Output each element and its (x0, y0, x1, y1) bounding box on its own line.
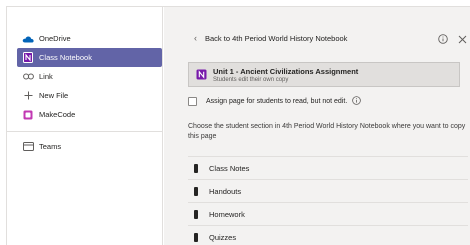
read-only-option: Assign page for students to read, but no… (188, 96, 362, 107)
top-actions (438, 31, 467, 49)
app-window: OneDrive Class Notebook Link New File Ma (6, 6, 470, 245)
section-item-class-notes[interactable]: Class Notes (188, 156, 468, 180)
section-item-quizzes[interactable]: Quizzes (188, 225, 468, 245)
section-label: Homework (209, 209, 245, 219)
section-label: Quizzes (209, 232, 237, 242)
sidebar: OneDrive Class Notebook Link New File Ma (7, 7, 163, 245)
onenote-icon (17, 52, 39, 63)
teams-icon (17, 142, 39, 151)
sidebar-item-label: Link (39, 72, 53, 81)
sidebar-item-label: Teams (39, 142, 62, 151)
sidebar-item-onedrive[interactable]: OneDrive (17, 29, 162, 48)
chevron-left-icon: ‹ (194, 33, 197, 43)
section-list: Class Notes Handouts Homework Quizzes (188, 156, 468, 245)
makecode-icon (17, 110, 39, 120)
plus-icon (17, 91, 39, 100)
section-icon (194, 186, 198, 196)
onedrive-icon (17, 35, 39, 43)
assignment-card: Unit 1 - Ancient Civilizations Assignmen… (188, 62, 460, 87)
info-icon[interactable] (438, 31, 448, 49)
back-label: Back to 4th Period World History Noteboo… (205, 33, 348, 43)
sidebar-divider (7, 131, 163, 132)
sidebar-item-label: Class Notebook (39, 53, 92, 62)
back-button[interactable]: ‹ Back to 4th Period World History Noteb… (194, 33, 347, 43)
sidebar-item-teams[interactable]: Teams (17, 137, 162, 156)
read-only-checkbox[interactable] (188, 97, 197, 106)
section-icon (194, 163, 198, 173)
sidebar-item-class-notebook[interactable]: Class Notebook (17, 48, 162, 67)
section-item-handouts[interactable]: Handouts (188, 179, 468, 203)
close-icon[interactable] (458, 31, 467, 49)
section-label: Class Notes (209, 163, 250, 173)
sidebar-item-new-file[interactable]: New File (17, 86, 162, 105)
assignment-title: Unit 1 - Ancient Civilizations Assignmen… (213, 66, 359, 76)
section-item-homework[interactable]: Homework (188, 202, 468, 226)
section-icon (194, 209, 198, 219)
sidebar-item-label: MakeCode (39, 110, 76, 119)
sidebar-item-label: New File (39, 91, 69, 100)
sidebar-item-makecode[interactable]: MakeCode (17, 105, 162, 124)
sidebar-item-link[interactable]: Link (17, 67, 162, 86)
assignment-subtitle: Students edit their own copy (213, 76, 289, 83)
info-icon[interactable] (352, 96, 362, 107)
checkbox-label: Assign page for students to read, but no… (206, 98, 348, 105)
section-label: Handouts (209, 186, 242, 196)
link-icon (17, 73, 39, 80)
onenote-icon (195, 69, 207, 81)
section-icon (194, 232, 198, 242)
instruction-text: Choose the student section in 4th Period… (188, 123, 466, 140)
main-panel: ‹ Back to 4th Period World History Noteb… (164, 7, 470, 245)
sidebar-item-label: OneDrive (39, 34, 71, 43)
